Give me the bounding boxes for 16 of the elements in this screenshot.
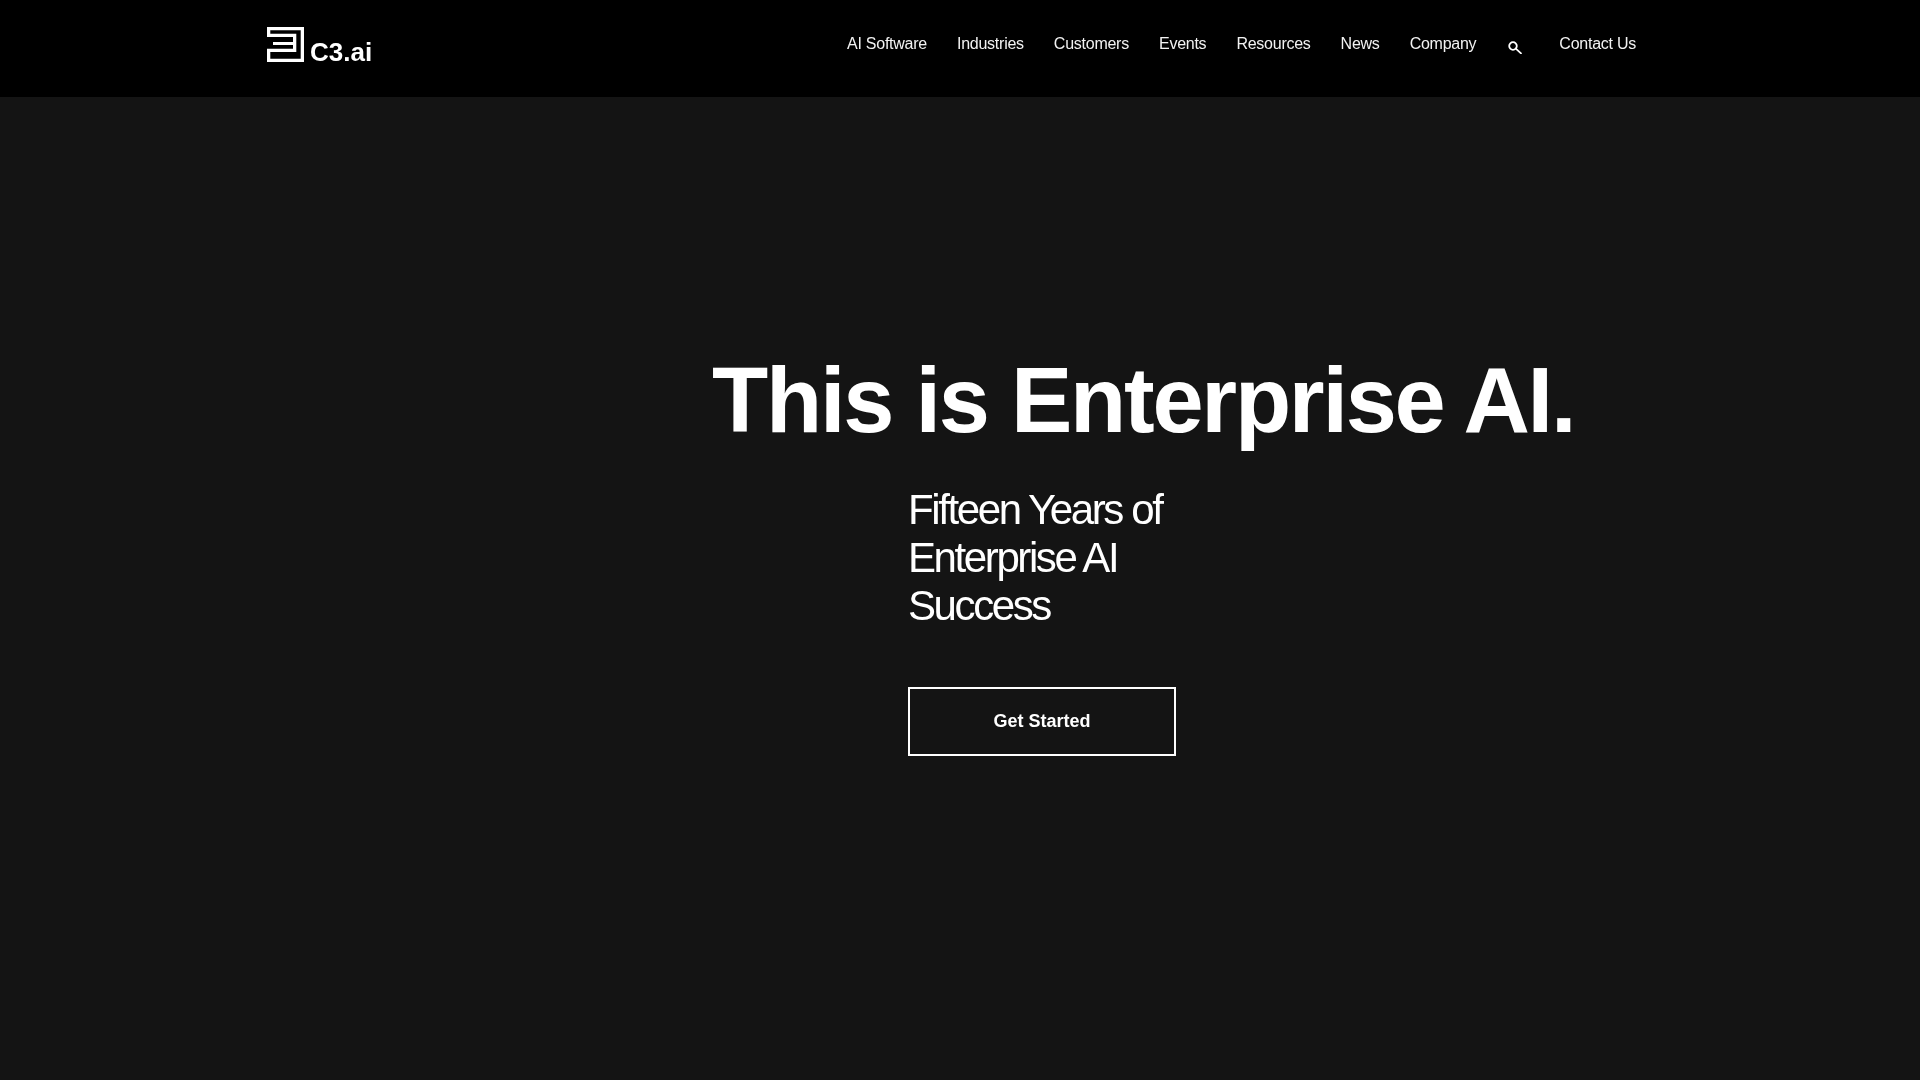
logo-text: C3.ai — [310, 39, 373, 65]
get-started-button[interactable]: Get Started — [908, 687, 1176, 756]
nav-link[interactable]: Company — [1409, 35, 1477, 53]
hero-subtitle: Fifteen Years of Enterprise AI Success — [908, 486, 1164, 630]
nav-link[interactable]: Industries — [956, 35, 1024, 53]
search-button[interactable] — [1508, 41, 1523, 54]
contact-link[interactable]: Contact Us — [1559, 35, 1636, 53]
hero-headline: This is Enterprise AI. — [712, 348, 1575, 453]
nav-link[interactable]: Events — [1158, 35, 1207, 53]
logo[interactable]: C3.ai — [267, 0, 373, 65]
nav-link[interactable]: Resources — [1236, 35, 1311, 53]
nav-link[interactable]: Customers — [1053, 35, 1129, 53]
logo-icon — [267, 27, 304, 62]
search-icon — [1508, 41, 1523, 54]
nav-link[interactable]: AI Software — [847, 35, 927, 53]
nav-link[interactable]: News — [1340, 35, 1380, 53]
